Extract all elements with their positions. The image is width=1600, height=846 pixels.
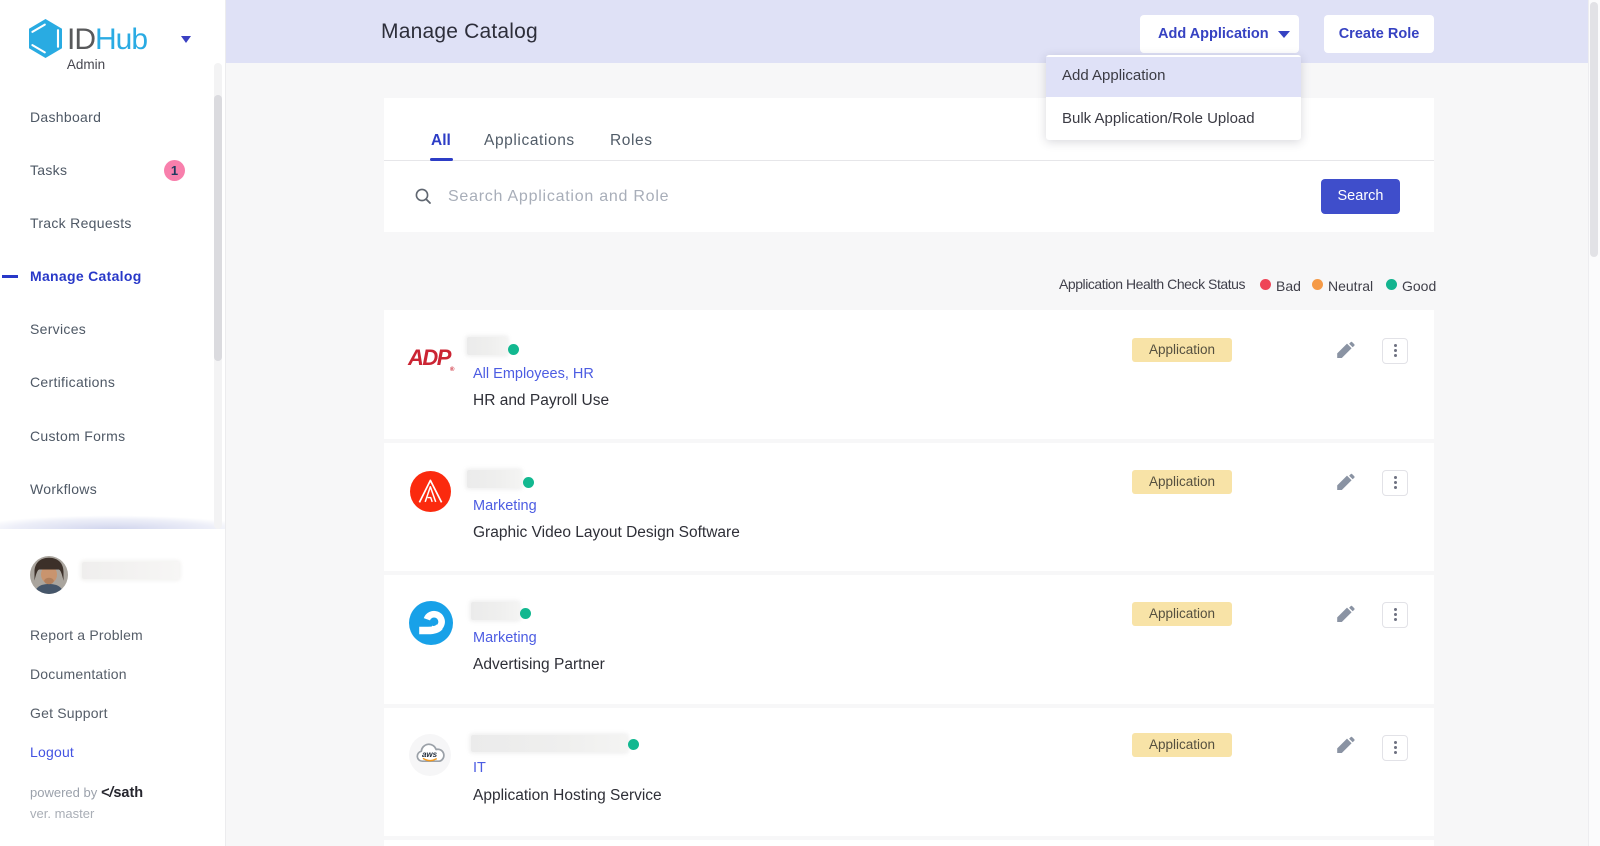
svg-text:aws: aws [422, 750, 438, 759]
